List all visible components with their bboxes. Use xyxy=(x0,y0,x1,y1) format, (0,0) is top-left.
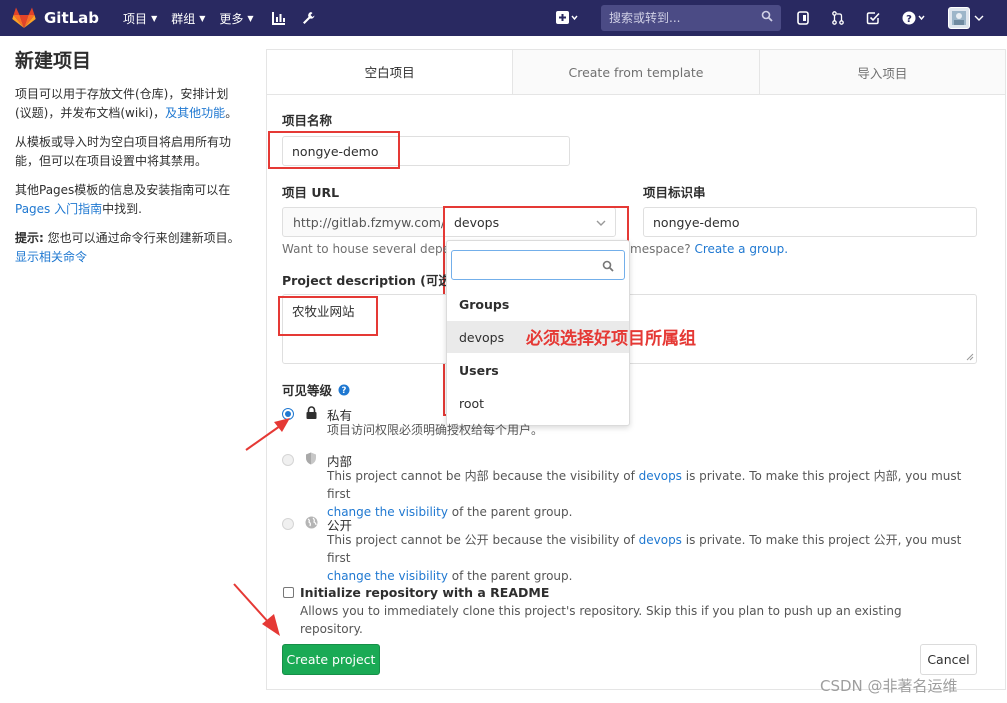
template-paragraph: 从模板或导入时为空白项目将启用所有功能，但可以在项目设置中将其禁用。 xyxy=(15,135,232,168)
nav-more-menu[interactable]: 更多 ▼ xyxy=(219,0,253,36)
admin-wrench-icon[interactable] xyxy=(302,0,315,36)
activity-chart-icon[interactable] xyxy=(271,0,286,36)
search-icon xyxy=(602,260,614,272)
create-project-button[interactable]: Create project xyxy=(282,644,380,675)
search-icon xyxy=(761,10,773,22)
visibility-label: 可见等级 ? xyxy=(282,380,350,399)
search-input[interactable] xyxy=(609,11,749,25)
nav-more-label: 更多 xyxy=(219,11,244,26)
new-project-info: 新建项目 项目可以用于存放文件(仓库)，安排计划(议题)，并发布文档(wiki)… xyxy=(15,46,245,277)
visibility-public-radio[interactable] xyxy=(282,518,294,530)
project-name-label: 项目名称 xyxy=(282,113,333,128)
internal-group-link[interactable]: devops xyxy=(639,469,682,483)
visibility-internal-desc: This project cannot be 内部 because the vi… xyxy=(327,467,967,521)
intro-paragraph: 项目可以用于存放文件(仓库)，安排计划(议题)，并发布文档(wiki)，及其他功… xyxy=(15,85,245,123)
pages-text: 其他Pages模板的信息及安装指南可以在 xyxy=(15,183,231,197)
public-desc-a: This project cannot be 公开 because the vi… xyxy=(327,533,635,547)
gitlab-logo[interactable]: GitLab xyxy=(12,0,99,36)
brand-name: GitLab xyxy=(44,9,100,27)
svg-text:?: ? xyxy=(342,386,347,396)
watermark: CSDN @非著名运维 xyxy=(820,677,958,695)
global-search[interactable] xyxy=(601,5,781,31)
nav-projects-label: 项目 xyxy=(123,11,148,26)
tip-paragraph: 提示: 您也可以通过命令行来创建新项目。 显示相关命令 xyxy=(15,229,245,267)
namespace-search-input[interactable] xyxy=(460,251,600,277)
help-question-icon[interactable]: ? xyxy=(902,0,926,36)
tab-create-from-template[interactable]: Create from template xyxy=(512,50,759,94)
show-command-link[interactable]: 显示相关命令 xyxy=(15,250,87,264)
visibility-label-text: 可见等级 xyxy=(282,383,333,398)
dropdown-groups-header: Groups xyxy=(459,297,510,312)
namespace-help-a: Want to house several depen xyxy=(282,242,458,256)
pages-paragraph: 其他Pages模板的信息及安装指南可以在 Pages 入门指南中找到. xyxy=(15,181,245,219)
namespace-select[interactable]: devops xyxy=(444,207,616,237)
public-change-visibility-link[interactable]: change the visibility xyxy=(327,569,448,583)
globe-icon xyxy=(305,516,318,529)
nav-groups-menu[interactable]: 群组 ▼ xyxy=(171,0,205,36)
visibility-private-desc: 项目访问权限必须明确授权给每个用户。 xyxy=(327,423,544,437)
internal-desc-c: of the parent group. xyxy=(451,505,573,519)
chevron-down-icon xyxy=(974,15,984,21)
dropdown-item-root[interactable]: root xyxy=(447,387,629,419)
project-name-input[interactable]: nongye-demo xyxy=(282,136,570,166)
visibility-public-desc: This project cannot be 公开 because the vi… xyxy=(327,531,967,585)
public-group-link[interactable]: devops xyxy=(639,533,682,547)
tab-import-project[interactable]: 导入项目 xyxy=(758,50,1005,94)
new-plus-icon[interactable] xyxy=(556,0,578,36)
project-tabs: 空白项目 Create from template 导入项目 xyxy=(267,50,1005,95)
lock-icon xyxy=(306,406,317,419)
todo-check-icon[interactable] xyxy=(866,0,880,36)
dropdown-users-header: Users xyxy=(459,363,499,378)
top-navbar: GitLab 项目▼ 群组▼ 更多▼ ? xyxy=(0,0,1007,36)
namespace-value: devops xyxy=(454,214,500,230)
namespace-help-b: mespace? xyxy=(630,242,691,256)
cancel-button[interactable]: Cancel xyxy=(920,644,977,675)
public-desc-c: of the parent group. xyxy=(451,569,573,583)
avatar xyxy=(948,7,970,29)
annotation-text: 必须选择好项目所属组 xyxy=(526,329,696,349)
help-question-icon[interactable]: ? xyxy=(338,384,350,396)
chevron-down-icon xyxy=(596,220,606,226)
pages-end: 中找到. xyxy=(102,202,142,216)
internal-desc-a: This project cannot be 内部 because the vi… xyxy=(327,469,635,483)
annotation-arrow-create-icon xyxy=(233,583,280,636)
project-url-label: 项目 URL xyxy=(282,185,340,200)
shield-icon xyxy=(306,452,316,465)
description-label: Project description (可选) xyxy=(282,273,457,288)
issues-icon[interactable] xyxy=(797,0,809,36)
chevron-down-icon: ▼ xyxy=(151,13,158,23)
nav-groups-label: 群组 xyxy=(171,11,196,26)
project-slug-input[interactable]: nongye-demo xyxy=(643,207,977,237)
svg-text:?: ? xyxy=(906,14,912,25)
nav-projects-menu[interactable]: 项目 ▼ xyxy=(123,0,157,36)
user-avatar-menu[interactable] xyxy=(948,0,984,36)
namespace-search-field[interactable] xyxy=(451,250,625,280)
pages-guide-link[interactable]: Pages 入门指南 xyxy=(15,202,102,216)
tip-text: 您也可以通过命令行来创建新项目。 xyxy=(47,231,240,245)
intro-end: 。 xyxy=(225,106,238,120)
create-group-link[interactable]: Create a group. xyxy=(694,242,788,256)
tip-label: 提示: xyxy=(15,231,44,245)
more-features-link[interactable]: 及其他功能 xyxy=(165,106,225,120)
annotation-arrow-private-icon xyxy=(245,418,290,451)
gitlab-tanuki-icon xyxy=(12,7,36,28)
description-value: 农牧业网站 xyxy=(292,304,355,319)
readme-label[interactable]: Initialize repository with a README xyxy=(300,585,549,600)
url-prefix: http://gitlab.fzmyw.com/ xyxy=(282,207,445,237)
project-slug-label: 项目标识串 xyxy=(643,185,706,200)
readme-desc: Allows you to immediately clone this pro… xyxy=(300,604,902,636)
chevron-down-icon: ▼ xyxy=(199,13,206,23)
namespace-help: mespace? Create a group. xyxy=(630,242,788,256)
visibility-internal-radio[interactable] xyxy=(282,454,294,466)
resize-handle-icon[interactable] xyxy=(966,353,974,361)
chevron-down-icon: ▼ xyxy=(247,13,254,23)
tab-blank-project[interactable]: 空白项目 xyxy=(267,50,513,94)
merge-request-icon[interactable] xyxy=(832,0,844,36)
page-title: 新建项目 xyxy=(15,50,92,72)
